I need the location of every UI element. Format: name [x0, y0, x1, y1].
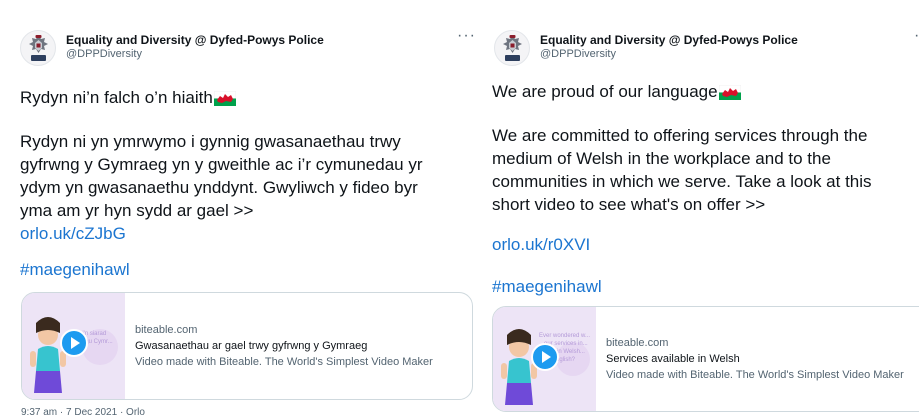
play-icon[interactable]: [531, 343, 559, 371]
author-handle[interactable]: @DPPDiversity: [66, 47, 324, 61]
body-line: short video to see what's on offer >>: [492, 195, 766, 214]
avatar[interactable]: [494, 30, 530, 66]
tweet-headline: We are proud of our language: [492, 80, 741, 103]
tweet-headline: Rydyn ni’n falch o’n hiaith: [20, 86, 236, 109]
tweet-link[interactable]: orlo.uk/r0XVI: [492, 233, 590, 256]
link-preview-card[interactable]: Ever wondered w... ...our services in...…: [492, 306, 919, 412]
play-icon[interactable]: [60, 329, 88, 357]
welsh-flag-icon: [213, 91, 236, 106]
body-line: yma am yr hyn sydd ar gael >>: [20, 201, 254, 220]
tweet-body: Rydyn ni yn ymrwymo i gynnig gwasanaetha…: [20, 130, 423, 245]
link-preview-card[interactable]: ...h chi'n siarad ...n dysgu Cymr... bit…: [21, 292, 473, 400]
tweet-welsh[interactable]: Equality and Diversity @ Dyfed-Powys Pol…: [0, 0, 478, 416]
video-thumbnail[interactable]: ...h chi'n siarad ...n dysgu Cymr...: [22, 293, 125, 399]
avatar[interactable]: [20, 30, 56, 66]
author-name[interactable]: Equality and Diversity @ Dyfed-Powys Pol…: [66, 33, 324, 47]
more-options-icon[interactable]: ···: [914, 28, 919, 44]
card-description: Video made with Biteable. The World's Si…: [606, 369, 904, 381]
body-line: communities in which we serve. Take a lo…: [492, 172, 872, 191]
author-name[interactable]: Equality and Diversity @ Dyfed-Powys Pol…: [540, 33, 798, 47]
card-domain: biteable.com: [135, 324, 198, 336]
video-thumbnail[interactable]: Ever wondered w... ...our services in...…: [493, 307, 596, 411]
tweet-link[interactable]: orlo.uk/cZJbG: [20, 222, 423, 245]
body-line: ydym yn gwasanaethu ynddynt. Gwyliwch y …: [20, 178, 418, 197]
hashtag-link[interactable]: #maegenihawl: [20, 258, 130, 281]
tweet-timestamp[interactable]: 9:37 am · 7 Dec 2021 · Orlo: [21, 407, 145, 416]
body-line: Rydyn ni yn ymrwymo i gynnig gwasanaetha…: [20, 132, 401, 151]
headline-text: We are proud of our language: [492, 82, 718, 101]
body-line: gyfrwng y Gymraeg yn y gweithle ac i’r c…: [20, 155, 423, 174]
hashtag-link[interactable]: #maegenihawl: [492, 275, 602, 298]
headline-text: Rydyn ni’n falch o’n hiaith: [20, 88, 213, 107]
police-crest-icon: [503, 35, 522, 61]
welsh-flag-icon: [718, 85, 741, 100]
card-description: Video made with Biteable. The World's Si…: [135, 356, 433, 368]
more-options-icon[interactable]: ···: [457, 28, 476, 44]
tweet-body: We are committed to offering services th…: [492, 124, 872, 216]
body-line: medium of Welsh in the workplace and to …: [492, 149, 831, 168]
thumb-caption: Ever wondered w...: [539, 333, 590, 339]
card-domain: biteable.com: [606, 337, 669, 349]
tweet-english[interactable]: Equality and Diversity @ Dyfed-Powys Pol…: [478, 0, 919, 416]
card-title: Services available in Welsh: [606, 353, 740, 365]
body-line: We are committed to offering services th…: [492, 126, 868, 145]
author-handle[interactable]: @DPPDiversity: [540, 47, 798, 61]
police-crest-icon: [29, 35, 48, 61]
card-title: Gwasanaethau ar gael trwy gyfrwng y Gymr…: [135, 340, 368, 352]
